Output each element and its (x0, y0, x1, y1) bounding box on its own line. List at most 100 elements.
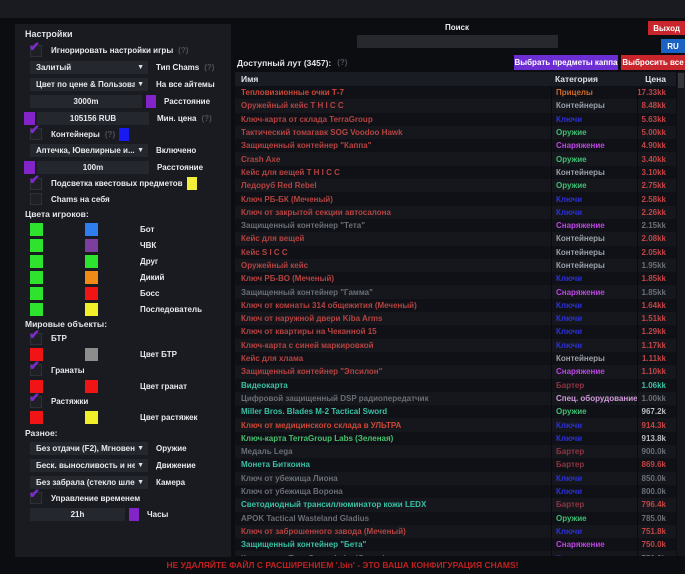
table-row[interactable]: Защищенный контейнер "Бета"Снаряжение750… (235, 538, 676, 551)
color-swatch[interactable] (85, 348, 98, 361)
color-swatch[interactable] (146, 95, 156, 108)
column-header-name[interactable]: Имя (235, 74, 551, 84)
table-row[interactable]: Ключ от убежища ВоронаКлючи800.0k (235, 485, 676, 498)
column-header-category[interactable]: Категория (551, 74, 637, 84)
color-swatch[interactable] (30, 255, 43, 268)
dropdown[interactable]: Залитый▼ (30, 61, 148, 74)
item-category: Ключи (551, 192, 637, 205)
table-row[interactable]: Тепловизионные очки Т-7Прицелы17.33kk (235, 86, 676, 99)
table-row[interactable]: Ключ от квартиры на Чеканной 15Ключи1.29… (235, 325, 676, 338)
table-row[interactable]: Кейс для вещей T H I C CКонтейнеры3.10kk (235, 166, 676, 179)
table-row[interactable]: Ключ РБ-БК (Меченый)Ключи2.58kk (235, 192, 676, 205)
table-row[interactable]: Ключ от комнаты 314 общежития (Меченый)К… (235, 299, 676, 312)
help-icon[interactable]: (?) (105, 130, 115, 139)
color-swatch[interactable] (30, 223, 43, 236)
table-row[interactable]: Ключ-карта с синей маркировкойКлючи1.17k… (235, 339, 676, 352)
table-row[interactable]: Ключ от заброшенного завода (Меченый)Клю… (235, 525, 676, 538)
color-swatch[interactable] (119, 128, 129, 141)
table-row[interactable]: Crash AxeОружие3.40kk (235, 152, 676, 165)
loot-help-icon[interactable]: (?) (337, 58, 347, 67)
table-row[interactable]: Оружейный кейсКонтейнеры1.95kk (235, 259, 676, 272)
table-row[interactable]: Цифровой защищенный DSP радиопередатчикС… (235, 392, 676, 405)
table-row[interactable]: Защищенный контейнер "Гамма"Снаряжение1.… (235, 285, 676, 298)
dropdown[interactable]: Цвет по цене & Пользователь▼ (30, 78, 148, 91)
scrollbar[interactable] (677, 72, 685, 556)
dropdown[interactable]: Без забрала (стекло шлема)▼ (30, 476, 148, 489)
table-row[interactable]: Медаль LegaБартер900.0k (235, 445, 676, 458)
color-swatch[interactable] (30, 287, 43, 300)
table-row[interactable]: Защищенный контейнер "Тета"Снаряжение2.1… (235, 219, 676, 232)
text-input[interactable]: 105156 RUB (37, 112, 149, 125)
table-row[interactable]: Ключ от наружной двери Kiba ArmsКлючи1.5… (235, 312, 676, 325)
checkbox[interactable]: ✔ (30, 492, 42, 504)
text-input[interactable]: 21h (30, 508, 125, 521)
help-icon[interactable]: (?) (204, 63, 214, 72)
table-row[interactable]: Ключ от закрытой секции автосалонаКлючи2… (235, 206, 676, 219)
scrollbar-thumb[interactable] (678, 73, 684, 88)
table-row[interactable]: Кейс для вещейКонтейнеры2.08kk (235, 232, 676, 245)
drop-all-button[interactable]: Выбросить все (621, 55, 685, 70)
table-row[interactable]: Ключ-карта TerraGroup Labs (Зеленая)Ключ… (235, 432, 676, 445)
item-price: 2.05kk (637, 246, 676, 259)
text-input[interactable]: 3000m (30, 95, 142, 108)
color-swatch[interactable] (85, 287, 98, 300)
table-row[interactable]: Кейс S I C CКонтейнеры2.05kk (235, 246, 676, 259)
table-row[interactable]: Защищенный контейнер "Эпсилон"Снаряжение… (235, 365, 676, 378)
table-row[interactable]: Защищенный контейнер "Каппа"Снаряжение4.… (235, 139, 676, 152)
text-input[interactable]: 100m (37, 161, 149, 174)
settings-row: 100mРасстояние (23, 159, 223, 176)
item-category: Оружие (551, 512, 637, 525)
exit-button[interactable]: Выход (648, 21, 685, 35)
checkbox[interactable]: ✔ (30, 178, 42, 190)
color-swatch[interactable] (85, 271, 98, 284)
color-swatch[interactable] (85, 380, 98, 393)
dropdown[interactable]: Без отдачи (F2), Мгновенное п▼ (30, 442, 148, 455)
checkbox[interactable]: ✔ (30, 333, 42, 345)
table-row[interactable]: Ледоруб Red RebelОружие2.75kk (235, 179, 676, 192)
help-icon[interactable]: (?) (178, 46, 188, 55)
table-row[interactable]: Кейс для хламаКонтейнеры1.11kk (235, 352, 676, 365)
table-row[interactable]: Оружейный кейс T H I C CКонтейнеры8.48kk (235, 99, 676, 112)
table-row[interactable]: Тактический томагавк SOG Voodoo HawkОруж… (235, 126, 676, 139)
select-kappa-items-button[interactable]: Выбрать предметы каппа (514, 55, 618, 70)
color-swatch[interactable] (129, 508, 139, 521)
table-row[interactable]: Ключ от медицинского склада в УЛЬТРАКлюч… (235, 418, 676, 431)
table-row[interactable]: Ключ от убежища ЛионаКлючи850.0k (235, 472, 676, 485)
table-row[interactable]: Светодиодный трансиллюминатор кожи LEDXБ… (235, 498, 676, 511)
color-swatch[interactable] (85, 223, 98, 236)
dropdown-label: Движение (156, 461, 196, 470)
table-row[interactable]: Монета БиткоинаБартер869.6k (235, 458, 676, 471)
checkbox[interactable]: ✔ (30, 128, 42, 140)
item-price: 750.0k (637, 551, 676, 556)
table-row[interactable]: Ключ РБ-ВО (Меченый)Ключи1.85kk (235, 272, 676, 285)
table-row[interactable]: Ключ-карта TerraGroup Labs (Синяя)Ключи7… (235, 551, 676, 556)
checkbox[interactable]: ✔ (30, 364, 42, 376)
settings-row: Залитый▼Тип Chams(?) (23, 59, 223, 76)
color-swatch[interactable] (85, 411, 98, 424)
table-row[interactable]: Ключ-карта от склада TerraGroupКлючи5.63… (235, 113, 676, 126)
color-swatch[interactable] (85, 303, 98, 316)
table-row[interactable]: Miller Bros. Blades M-2 Tactical SwordОр… (235, 405, 676, 418)
color-swatch[interactable] (30, 239, 43, 252)
color-pair-label: ЧВК (140, 241, 156, 250)
checkbox[interactable]: ✔ (30, 396, 42, 408)
color-swatch[interactable] (30, 303, 43, 316)
table-row[interactable]: ВидеокартаБартер1.06kk (235, 379, 676, 392)
color-swatch[interactable] (187, 177, 197, 190)
settings-row: Друг (23, 253, 223, 269)
column-header-price[interactable]: Цена (637, 74, 676, 84)
search-input[interactable] (357, 35, 558, 48)
dropdown[interactable]: Аптечка, Ювелирные и...▼ (30, 144, 148, 157)
help-icon[interactable]: (?) (202, 114, 212, 123)
language-button[interactable]: RU (661, 39, 685, 53)
dropdown-value: Без забрала (стекло шлема) (36, 478, 135, 487)
color-swatch[interactable] (30, 411, 43, 424)
color-swatch[interactable] (30, 271, 43, 284)
dropdown[interactable]: Беск. выносливость и нет уста▼ (30, 459, 148, 472)
checkbox[interactable] (30, 193, 42, 205)
color-swatch[interactable] (85, 239, 98, 252)
checkbox[interactable]: ✔ (30, 45, 42, 57)
color-swatch[interactable] (85, 255, 98, 268)
checkbox-label: Игнорировать настройки игры (51, 46, 173, 55)
table-row[interactable]: APOK Tactical Wasteland GladiusОружие785… (235, 512, 676, 525)
